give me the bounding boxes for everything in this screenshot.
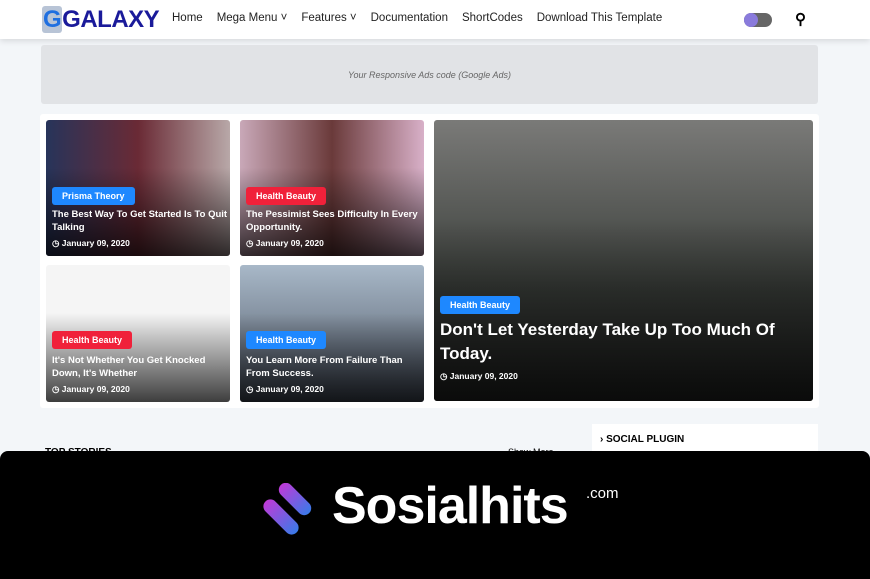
card-date: ◷ January 09, 2020 <box>52 238 130 248</box>
sosialhits-logo-icon <box>263 483 312 535</box>
dark-mode-toggle[interactable] <box>744 13 772 27</box>
nav-features[interactable]: Features ˅ <box>301 12 356 24</box>
featured-card[interactable]: Prisma Theory The Best Way To Get Starte… <box>46 120 230 256</box>
nav-shortcodes[interactable]: ShortCodes <box>462 12 523 24</box>
hero-card[interactable]: Health Beauty Don't Let Yesterday Take U… <box>434 120 813 401</box>
logo[interactable]: GGALAXY <box>42 6 160 34</box>
featured-card[interactable]: Health Beauty You Learn More From Failur… <box>240 265 424 402</box>
ad-banner: Your Responsive Ads code (Google Ads) <box>41 45 818 104</box>
card-date: ◷ January 09, 2020 <box>440 371 518 381</box>
category-badge[interactable]: Health Beauty <box>52 331 133 349</box>
featured-card[interactable]: Health Beauty The Pessimist Sees Difficu… <box>240 120 424 256</box>
category-badge[interactable]: Health Beauty <box>246 331 327 349</box>
card-title[interactable]: It's Not Whether You Get Knocked Down, I… <box>52 354 228 380</box>
nav-mega-menu[interactable]: Mega Menu ˅ <box>217 12 288 24</box>
main-nav: Home Mega Menu ˅ Features ˅ Documentatio… <box>172 12 662 24</box>
category-badge[interactable]: Health Beauty <box>440 296 521 314</box>
card-date: ◷ January 09, 2020 <box>246 384 324 394</box>
featured-card[interactable]: Health Beauty It's Not Whether You Get K… <box>46 265 230 402</box>
search-icon[interactable]: ⚲ <box>795 10 806 28</box>
watermark-brand: Sosialhits <box>332 477 569 535</box>
card-title[interactable]: The Pessimist Sees Difficulty In Every O… <box>246 208 422 234</box>
card-title[interactable]: The Best Way To Get Started Is To Quit T… <box>52 208 228 234</box>
card-date: ◷ January 09, 2020 <box>52 384 130 394</box>
category-badge[interactable]: Prisma Theory <box>52 187 135 205</box>
featured-grid: Prisma Theory The Best Way To Get Starte… <box>40 114 819 408</box>
header: GGALAXY Home Mega Menu ˅ Features ˅ Docu… <box>0 0 870 39</box>
category-badge[interactable]: Health Beauty <box>246 187 327 205</box>
card-date: ◷ January 09, 2020 <box>246 238 324 248</box>
card-title[interactable]: Don't Let Yesterday Take Up Too Much Of … <box>440 318 800 366</box>
card-title[interactable]: You Learn More From Failure Than From Su… <box>246 354 422 380</box>
watermark-suffix: .com <box>586 485 619 502</box>
nav-download[interactable]: Download This Template <box>537 12 663 24</box>
nav-home[interactable]: Home <box>172 12 203 24</box>
nav-documentation[interactable]: Documentation <box>371 12 448 24</box>
